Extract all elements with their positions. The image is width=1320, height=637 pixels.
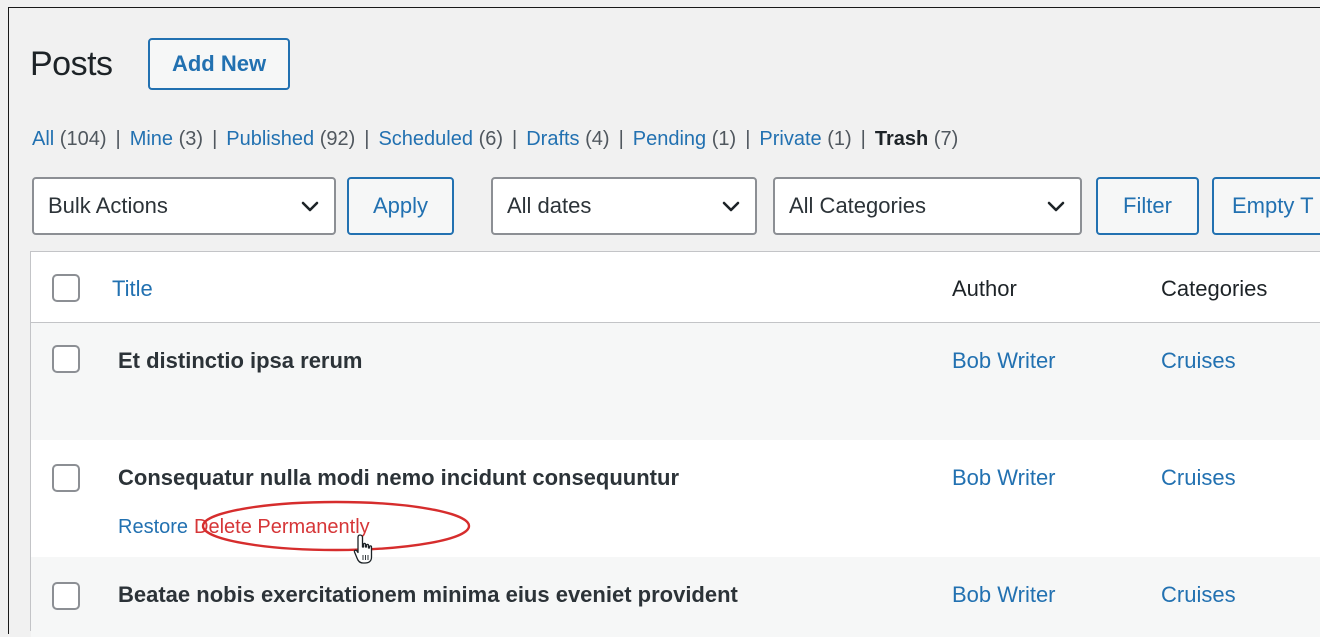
filter-scheduled[interactable]: Scheduled (6) xyxy=(378,128,503,150)
table-header: Title Author Categories xyxy=(31,252,1320,323)
categories-column-header: Categories xyxy=(1161,276,1268,301)
filter-count: (3) xyxy=(178,128,204,150)
post-status-filters: All (104) | Mine (3) | Published (92) | Schedu… xyxy=(32,128,958,151)
empty-trash-button[interactable]: Empty T xyxy=(1212,177,1320,235)
filter-count: (6) xyxy=(478,128,504,150)
separator: | xyxy=(212,128,218,150)
restore-link[interactable]: Restore xyxy=(118,516,188,538)
categories-select[interactable]: All Categories xyxy=(773,177,1082,235)
filter-private[interactable]: Private (1) xyxy=(759,128,851,150)
separator: | xyxy=(115,128,121,150)
dates-value: All dates xyxy=(507,193,592,218)
filter-count: (4) xyxy=(585,128,610,150)
separator: | xyxy=(745,128,751,150)
separator: | xyxy=(364,128,370,150)
author-column-header: Author xyxy=(952,276,1017,301)
filter-trash-current[interactable]: Trash (7) xyxy=(875,128,958,150)
author-link[interactable]: Bob Writer xyxy=(952,348,1056,374)
filter-count: (92) xyxy=(319,128,356,150)
category-link[interactable]: Cruises xyxy=(1161,582,1236,608)
add-new-button[interactable]: Add New xyxy=(148,38,290,90)
separator: | xyxy=(860,128,866,150)
post-title: Et distinctio ipsa rerum xyxy=(118,348,363,373)
filter-label: Mine xyxy=(129,128,174,150)
category-link[interactable]: Cruises xyxy=(1161,465,1236,491)
filter-label: Private xyxy=(759,128,822,150)
separator: | xyxy=(512,128,518,150)
category-link[interactable]: Cruises xyxy=(1161,348,1236,374)
chevron-down-icon xyxy=(1047,201,1065,212)
title-column-sort[interactable]: Title xyxy=(112,276,153,302)
bulk-actions-value: Bulk Actions xyxy=(48,193,168,218)
table-row: Beatae nobis exercitationem minima eius … xyxy=(31,557,1320,637)
chevron-down-icon xyxy=(301,201,319,212)
row-checkbox[interactable] xyxy=(52,345,80,373)
filter-all[interactable]: All (104) xyxy=(32,128,107,150)
row-checkbox[interactable] xyxy=(52,464,80,492)
filter-mine[interactable]: Mine (3) xyxy=(130,128,203,150)
categories-value: All Categories xyxy=(789,193,926,218)
filter-label: Scheduled xyxy=(378,128,473,150)
filter-count: (1) xyxy=(711,128,737,150)
filter-count: (1) xyxy=(827,128,852,150)
hand-pointer-icon xyxy=(353,534,373,564)
row-checkbox[interactable] xyxy=(52,582,80,610)
filter-label: Trash xyxy=(874,128,929,150)
filter-pending[interactable]: Pending (1) xyxy=(633,128,736,150)
post-title: Consequatur nulla modi nemo incidunt con… xyxy=(118,465,679,490)
select-all-checkbox[interactable] xyxy=(52,274,80,302)
filter-count: (104) xyxy=(59,128,107,150)
posts-table: Title Author Categories Et distinctio ip… xyxy=(30,251,1320,637)
dates-select[interactable]: All dates xyxy=(491,177,757,235)
author-link[interactable]: Bob Writer xyxy=(952,582,1056,608)
annotation-circle xyxy=(201,500,471,552)
filter-label: Pending xyxy=(632,128,707,150)
separator: | xyxy=(618,128,624,150)
filter-label: All xyxy=(32,128,55,150)
filter-label: Drafts xyxy=(526,128,580,150)
author-link[interactable]: Bob Writer xyxy=(952,465,1056,491)
filter-button[interactable]: Filter xyxy=(1096,177,1199,235)
bulk-actions-select[interactable]: Bulk Actions xyxy=(32,177,336,235)
chevron-down-icon xyxy=(722,201,740,212)
filter-label: Published xyxy=(226,128,315,150)
filter-drafts[interactable]: Drafts (4) xyxy=(526,128,609,150)
page-title: Posts xyxy=(30,45,113,83)
apply-button[interactable]: Apply xyxy=(347,177,454,235)
filter-count: (7) xyxy=(933,128,959,150)
table-row: Et distinctio ipsa rerum Bob Writer Crui… xyxy=(31,323,1320,440)
filter-published[interactable]: Published (92) xyxy=(226,128,355,150)
post-title: Beatae nobis exercitationem minima eius … xyxy=(118,582,738,607)
